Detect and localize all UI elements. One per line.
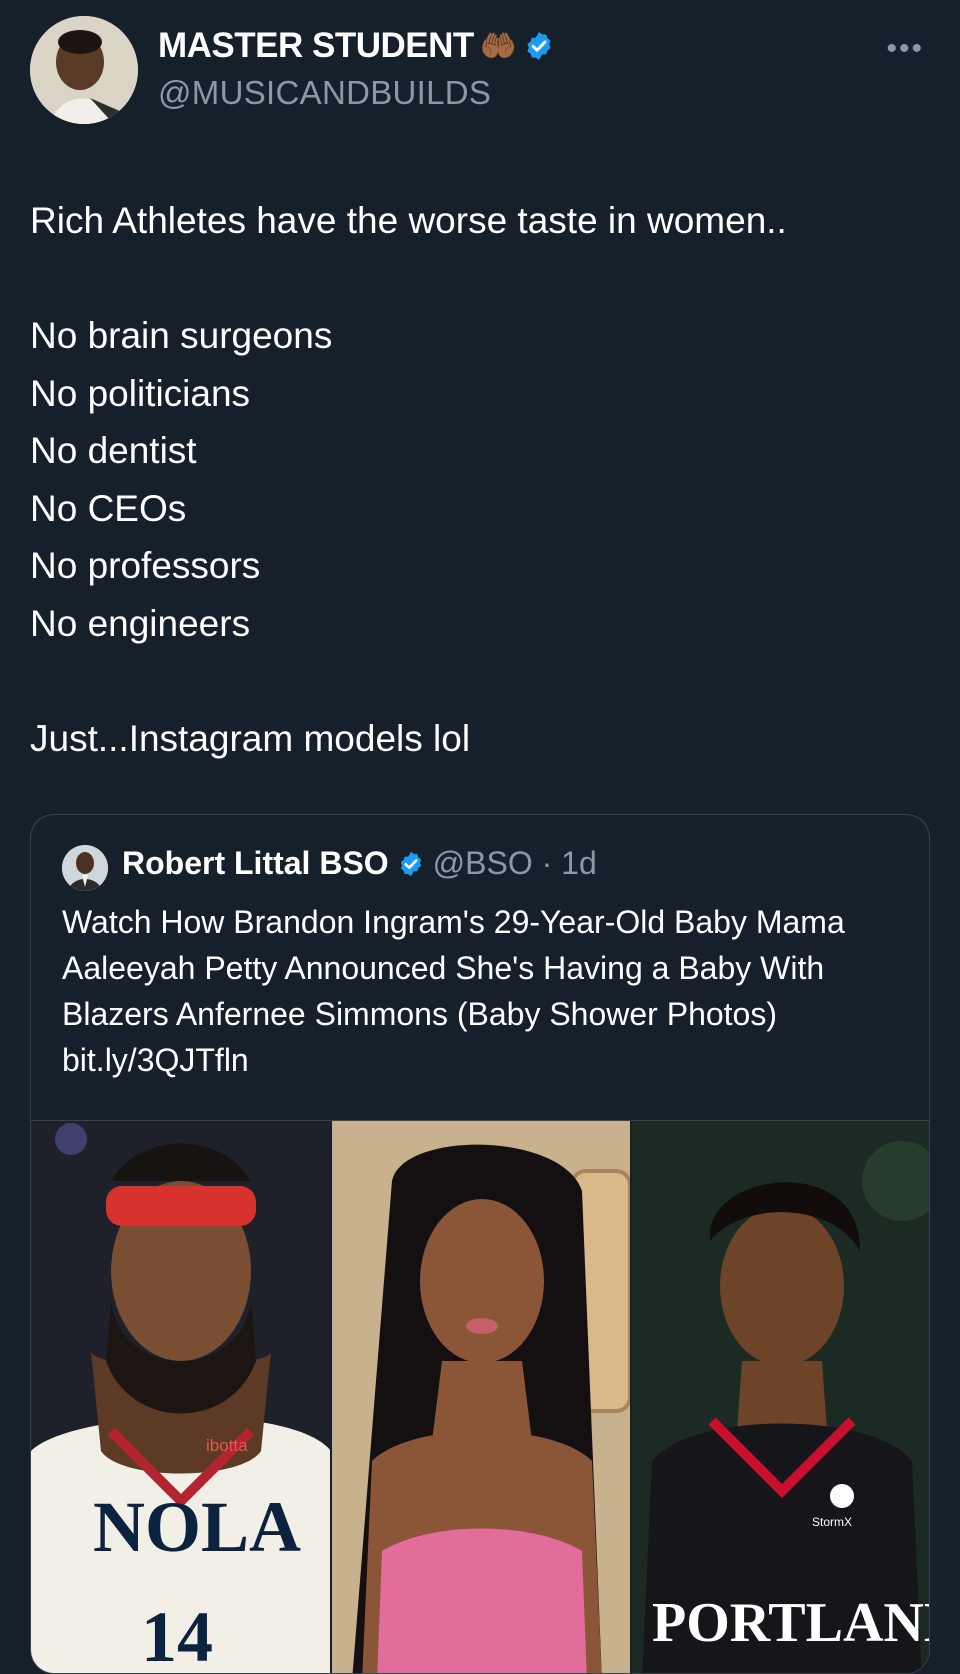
left-sponsor-text: ibotta (206, 1436, 248, 1455)
tweet-text-blank-line (30, 652, 930, 710)
quoted-display-name[interactable]: Robert Littal BSO (122, 845, 389, 882)
tweet-avatar[interactable] (30, 16, 138, 124)
quoted-avatar-image (62, 845, 108, 891)
woman-photo-center[interactable] (332, 1121, 632, 1673)
tweet-text-line: No dentist (30, 430, 197, 471)
quoted-tweet[interactable]: Robert Littal BSO @BSO · 1d Watch How Br… (30, 814, 930, 1674)
tweet-text-line: No professors (30, 545, 261, 586)
tweet-text: Rich Athletes have the worse taste in wo… (30, 192, 930, 767)
player-photo-left[interactable]: ibotta NOLA 14 (31, 1121, 333, 1674)
quoted-verified-badge-icon (400, 851, 421, 876)
quoted-image-collage[interactable]: ibotta NOLA 14 StormX PORTLAN (31, 1120, 930, 1674)
quoted-text: Watch How Brandon Ingram's 29-Year-Old B… (62, 904, 845, 1078)
tweet-text-line: Rich Athletes have the worse taste in wo… (30, 200, 787, 241)
quoted-handle-time[interactable]: @BSO · 1d (433, 845, 597, 882)
tweet-text-line: Just...Instagram models lol (30, 717, 471, 759)
hands-emoji: 🤲🏾 (479, 29, 517, 63)
right-jersey-text: PORTLAND (652, 1592, 930, 1654)
display-name[interactable]: MASTER STUDENT (158, 26, 474, 66)
quoted-header: Robert Littal BSO @BSO · 1d (122, 845, 597, 882)
right-sponsor-text: StormX (812, 1515, 852, 1529)
tweet-handle[interactable]: @MUSICANDBUILDS (158, 74, 491, 112)
avatar-image (30, 16, 138, 124)
quoted-avatar[interactable] (62, 845, 108, 891)
more-options-icon[interactable]: ••• (886, 32, 924, 66)
tweet-display-name-row[interactable]: MASTER STUDENT 🤲🏾 (158, 26, 555, 66)
tweet-text-line: No brain surgeons (30, 315, 333, 356)
tweet-text-line: No CEOs (30, 487, 187, 529)
left-jersey-text: NOLA (93, 1487, 301, 1567)
verified-badge-icon (527, 32, 551, 60)
tweet-text-line: No politicians (30, 372, 251, 414)
tweet-text-blank-line (30, 250, 930, 308)
left-jersey-number: 14 (141, 1597, 213, 1674)
tweet-text-line: No engineers (30, 602, 251, 644)
player-photo-right[interactable]: StormX PORTLAND (631, 1121, 930, 1673)
